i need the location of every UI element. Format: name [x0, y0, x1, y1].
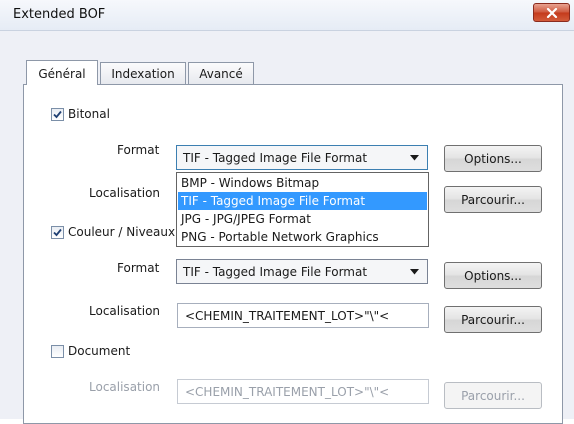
- window-title: Extended BOF: [13, 7, 106, 22]
- checkmark-icon: [53, 110, 62, 119]
- tab-general[interactable]: Général: [26, 60, 98, 85]
- bitonal-label: Bitonal: [68, 107, 110, 121]
- color-checkbox[interactable]: [51, 226, 64, 239]
- document-checkbox[interactable]: [51, 345, 64, 358]
- chevron-down-icon: [410, 269, 419, 275]
- tab-avance-label: Avancé: [199, 67, 243, 81]
- title-bar: Extended BOF: [0, 0, 574, 31]
- bitonal-format-label: Format: [117, 143, 160, 157]
- document-location-value: <CHEMIN_TRAITEMENT_LOT>"\"<: [185, 385, 390, 399]
- document-location-field: <CHEMIN_TRAITEMENT_LOT>"\"<: [177, 379, 429, 404]
- chevron-down-icon: [410, 155, 419, 161]
- tab-indexation-label: Indexation: [111, 67, 175, 81]
- checkmark-icon: [53, 228, 62, 237]
- color-format-value: TIF - Tagged Image File Format: [183, 265, 368, 279]
- document-location-label: Localisation: [89, 380, 161, 394]
- bitonal-browse-button[interactable]: Parcourir...: [444, 186, 542, 213]
- color-format-select[interactable]: TIF - Tagged Image File Format: [176, 259, 428, 284]
- color-browse-label: Parcourir...: [461, 313, 525, 327]
- bitonal-options-button[interactable]: Options...: [444, 145, 542, 172]
- bitonal-location-label: Localisation: [89, 186, 161, 200]
- bitonal-format-select[interactable]: TIF - Tagged Image File Format: [176, 145, 428, 170]
- close-button[interactable]: [533, 3, 570, 22]
- color-location-field[interactable]: <CHEMIN_TRAITEMENT_LOT>"\"<: [177, 303, 429, 328]
- tab-indexation[interactable]: Indexation: [100, 62, 186, 84]
- bitonal-checkbox[interactable]: [51, 108, 64, 121]
- document-browse-label: Parcourir...: [461, 389, 525, 403]
- bitonal-options-label: Options...: [464, 152, 522, 166]
- color-options-button[interactable]: Options...: [444, 262, 542, 289]
- dropdown-option-tif[interactable]: TIF - Tagged Image File Format: [178, 192, 427, 210]
- dropdown-option-jpg[interactable]: JPG - JPG/JPEG Format: [178, 210, 427, 228]
- color-options-label: Options...: [464, 269, 522, 283]
- dropdown-option-png[interactable]: PNG - Portable Network Graphics: [178, 228, 427, 246]
- bitonal-format-value: TIF - Tagged Image File Format: [183, 151, 368, 165]
- document-browse-button: Parcourir...: [444, 382, 542, 409]
- color-location-label: Localisation: [89, 304, 161, 318]
- tab-general-label: Général: [38, 67, 86, 81]
- color-browse-button[interactable]: Parcourir...: [444, 306, 542, 333]
- document-label: Document: [68, 344, 131, 358]
- dialog-window: Extended BOF Général Indexation Avancé B…: [0, 0, 574, 424]
- color-format-label: Format: [117, 261, 160, 275]
- format-dropdown-list: BMP - Windows Bitmap TIF - Tagged Image …: [176, 172, 429, 247]
- bitonal-browse-label: Parcourir...: [461, 193, 525, 207]
- dropdown-option-bmp[interactable]: BMP - Windows Bitmap: [178, 174, 427, 192]
- tab-avance[interactable]: Avancé: [188, 62, 254, 84]
- close-icon: [546, 8, 558, 18]
- tab-panel-general: [23, 84, 563, 424]
- color-location-value: <CHEMIN_TRAITEMENT_LOT>"\"<: [185, 309, 390, 323]
